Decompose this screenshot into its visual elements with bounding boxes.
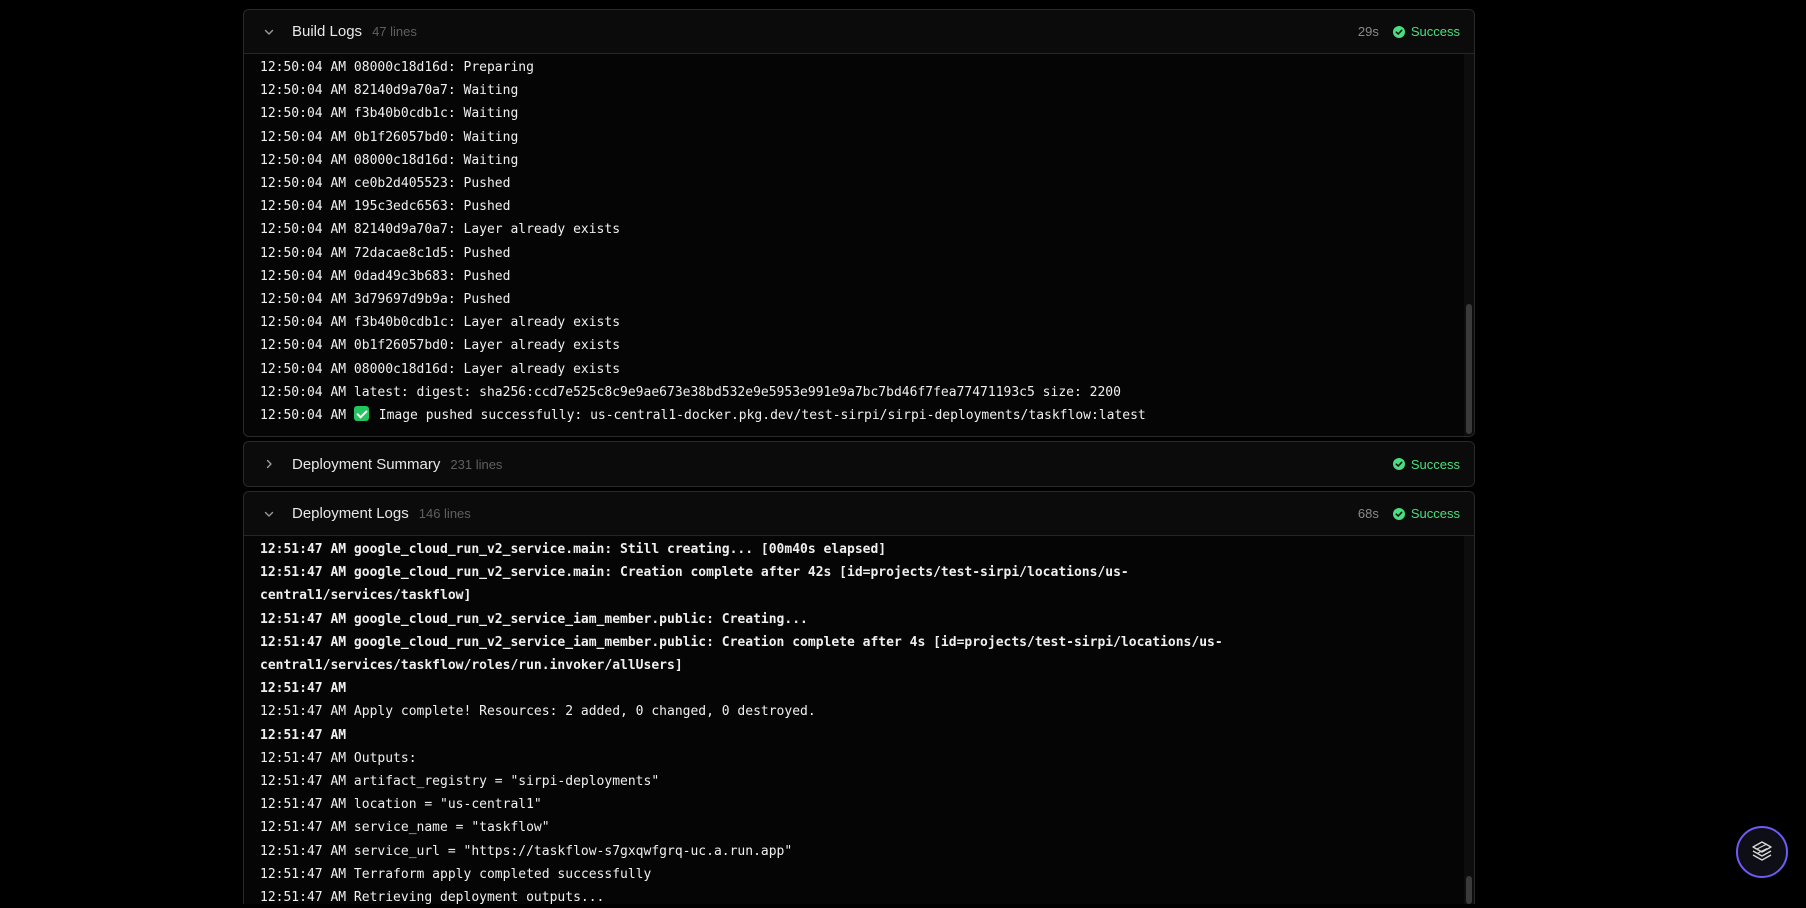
sirpi-logo-icon bbox=[1752, 841, 1772, 861]
log-line: 12:51:47 AM service_url = "https://taskf… bbox=[260, 843, 793, 859]
build-logs-duration: 29s bbox=[1357, 24, 1379, 39]
log-line: 12:50:04 AM f3b40b0cdb1c: Layer already … bbox=[260, 315, 621, 331]
log-line: 12:50:04 AM 82140d9a70a7: Waiting bbox=[260, 83, 519, 99]
log-line: 12:50:04 AM 0dad49c3b683: Pushed bbox=[260, 268, 511, 284]
deployment-summary-header[interactable]: Deployment Summary 231 lines Success bbox=[244, 442, 1474, 486]
log-line: 12:50:04 AM 3d79697d9b9a: Pushed bbox=[260, 292, 511, 308]
build-logs-title: Build Logs bbox=[292, 23, 363, 40]
log-line: 12:51:47 AM google_cloud_run_v2_service.… bbox=[260, 565, 1129, 604]
log-line: 12:51:47 AM bbox=[260, 681, 347, 697]
log-line: 12:51:47 AM Retrieving deployment output… bbox=[260, 890, 605, 904]
assistant-fab-button[interactable] bbox=[1736, 826, 1788, 878]
log-line: 12:51:47 AM Outputs: bbox=[260, 750, 417, 766]
checkmark-emoji-icon bbox=[353, 406, 369, 422]
log-line: 12:51:47 AM google_cloud_run_v2_service_… bbox=[260, 611, 808, 627]
log-line: 12:50:04 AM 08000c18d16d: Preparing bbox=[260, 60, 534, 75]
deployment-logs-line-count: 146 lines bbox=[418, 506, 471, 521]
deployment-log-output[interactable]: 12:51:47 AM google_cloud_run_v2_service.… bbox=[244, 536, 1474, 904]
deployment-logs-header[interactable]: Deployment Logs 146 lines 68s Success bbox=[244, 492, 1474, 536]
log-message: Image pushed successfully: us-central1-d… bbox=[370, 408, 1146, 424]
check-circle-icon bbox=[1392, 507, 1405, 520]
deployment-summary-line-count: 231 lines bbox=[450, 456, 503, 472]
log-line: 12:51:47 AM google_cloud_run_v2_service_… bbox=[260, 634, 1223, 674]
deployment-summary-panel: Deployment Summary 231 lines Success bbox=[243, 441, 1475, 487]
log-line: 12:50:04 AM 195c3edc6563: Pushed bbox=[260, 199, 511, 215]
chevron-down-icon bbox=[262, 507, 276, 521]
log-line: 12:50:04 AM 08000c18d16d: Waiting bbox=[260, 152, 519, 168]
logs-container: Build Logs 47 lines 29s Success 12:50:04… bbox=[243, 9, 1475, 908]
log-timestamp: 12:50:04 AM bbox=[260, 408, 354, 424]
log-line: 12:50:04 AM 0b1f26057bd0: Layer already … bbox=[260, 338, 621, 354]
check-circle-icon bbox=[1392, 458, 1405, 470]
deployment-summary-status-badge: Success bbox=[1392, 456, 1460, 472]
log-line: 12:50:04 AM 0b1f26057bd0: Waiting bbox=[260, 129, 519, 145]
build-logs-header[interactable]: Build Logs 47 lines 29s Success bbox=[244, 10, 1474, 54]
log-line: 12:50:04 AM 82140d9a70a7: Layer already … bbox=[260, 222, 621, 238]
chevron-right-icon bbox=[262, 457, 276, 471]
status-label: Success bbox=[1410, 456, 1460, 472]
log-line: 12:51:47 AM bbox=[260, 727, 347, 743]
log-line: 12:51:47 AM artifact_registry = "sirpi-d… bbox=[260, 774, 660, 790]
deployment-summary-title: Deployment Summary bbox=[292, 455, 441, 473]
build-logs-panel: Build Logs 47 lines 29s Success 12:50:04… bbox=[243, 9, 1475, 437]
deployment-logs-status-badge: Success bbox=[1392, 506, 1460, 521]
build-logs-line-count: 47 lines bbox=[372, 24, 417, 39]
log-line: 12:50:04 AM 08000c18d16d: Layer already … bbox=[260, 361, 621, 377]
log-line: 12:50:04 AM f3b40b0cdb1c: Waiting bbox=[260, 106, 519, 122]
log-line: 12:50:04 AM ce0b2d405523: Pushed bbox=[260, 176, 511, 192]
log-line: 12:50:04 AM latest: digest: sha256:ccd7e… bbox=[260, 384, 1121, 400]
log-line: 12:51:47 AM google_cloud_run_v2_service.… bbox=[260, 542, 887, 557]
log-line: 12:50:04 AM 72dacae8c1d5: Pushed bbox=[260, 245, 511, 261]
log-line: 12:51:47 AM location = "us-central1" bbox=[260, 797, 542, 813]
log-line: 12:51:47 AM service_name = "taskflow" bbox=[260, 820, 550, 836]
status-label: Success bbox=[1410, 506, 1460, 521]
log-line: 12:51:47 AM Terraform apply completed su… bbox=[260, 866, 652, 882]
deploy-log-scrollbar-thumb[interactable] bbox=[1466, 876, 1472, 904]
build-log-output[interactable]: 12:50:04 AM 08000c18d16d: Preparing 12:50… bbox=[244, 54, 1474, 436]
log-line: 12:50:04 AM Image pushed successfully: u… bbox=[260, 404, 1458, 427]
chevron-down-icon bbox=[262, 25, 276, 39]
deployment-logs-title: Deployment Logs bbox=[292, 505, 409, 522]
build-logs-status-badge: Success bbox=[1392, 24, 1460, 39]
deployment-logs-duration: 68s bbox=[1357, 506, 1379, 521]
check-circle-icon bbox=[1392, 25, 1405, 38]
log-line: 12:51:47 AM Apply complete! Resources: 2… bbox=[260, 704, 816, 720]
build-log-scrollbar-thumb[interactable] bbox=[1466, 304, 1472, 434]
deploy-log-scrollbar-track[interactable] bbox=[1464, 536, 1474, 904]
status-label: Success bbox=[1410, 24, 1460, 39]
deployment-logs-panel: Deployment Logs 146 lines 68s Success 12… bbox=[243, 491, 1475, 904]
